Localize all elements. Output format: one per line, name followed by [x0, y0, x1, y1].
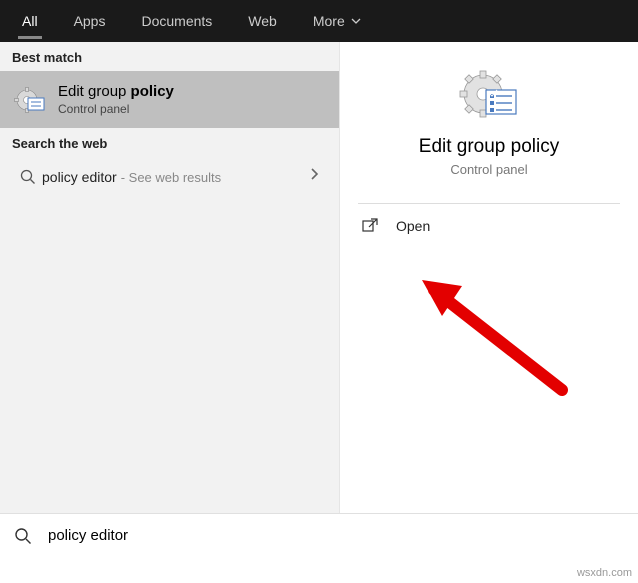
result-subtitle: Control panel [58, 102, 325, 116]
tab-documents[interactable]: Documents [123, 0, 230, 42]
preview-subtitle: Control panel [340, 162, 638, 177]
search-web-header: Search the web [0, 128, 339, 157]
preview-pane: Edit group policy Control panel Open [340, 42, 638, 513]
results-pane: Best match [0, 42, 340, 513]
preview-gear-icon [340, 66, 638, 124]
search-icon [14, 169, 42, 185]
best-match-header: Best match [0, 42, 339, 71]
tab-more-label: More [313, 13, 345, 29]
watermark: wsxdn.com [577, 567, 632, 579]
open-action[interactable]: Open [340, 204, 638, 248]
open-label: Open [396, 218, 430, 234]
open-icon [362, 218, 378, 234]
chevron-down-icon [351, 16, 361, 26]
search-input[interactable] [48, 527, 624, 544]
tab-more[interactable]: More [295, 0, 379, 42]
web-result-text: policy editor- See web results [42, 169, 309, 185]
gear-icon [14, 84, 46, 116]
result-title: Edit group policy [58, 83, 325, 100]
search-bar [0, 513, 638, 557]
tab-web[interactable]: Web [230, 0, 295, 42]
result-edit-group-policy[interactable]: Edit group policy Control panel [0, 71, 339, 128]
chevron-right-icon [309, 167, 325, 186]
preview-title: Edit group policy [340, 136, 638, 158]
web-result-item[interactable]: policy editor- See web results [0, 157, 339, 196]
search-icon [14, 527, 32, 545]
tab-all[interactable]: All [4, 0, 56, 42]
scope-tabs: All Apps Documents Web More [0, 0, 638, 42]
tab-apps[interactable]: Apps [56, 0, 124, 42]
